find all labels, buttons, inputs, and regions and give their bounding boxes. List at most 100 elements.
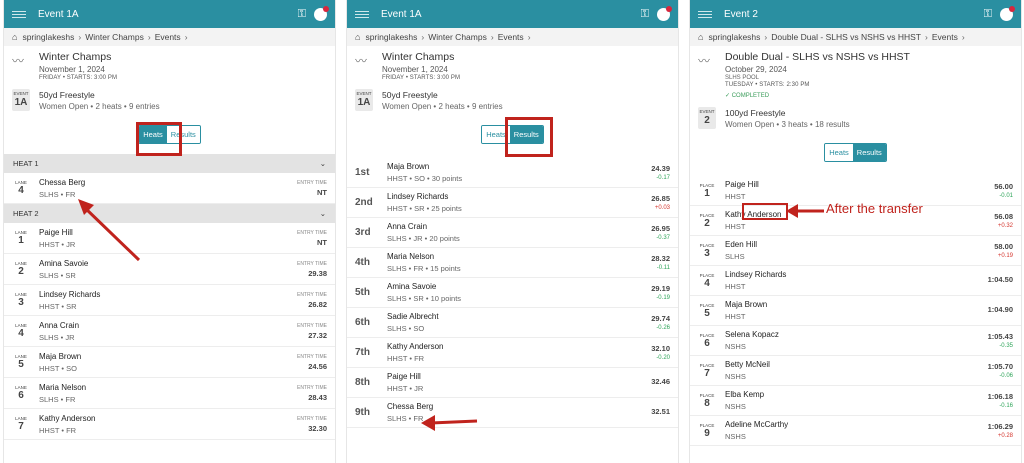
result-time: 56.00 -0.01: [994, 182, 1013, 199]
entry-time: ENTRY TIME 24.56: [296, 353, 327, 371]
swimmer-team: HHST • SR • 25 points: [387, 204, 462, 213]
place-label: 2nd: [355, 197, 373, 208]
result-row[interactable]: 6th Sadie Albrecht SLHS • SO 29.74 -0.26: [347, 308, 678, 338]
swimmer-team: HHST: [725, 312, 746, 321]
place-label: 9th: [355, 407, 370, 418]
entry-time: ENTRY TIME 32.30: [296, 415, 327, 433]
swimmer-team: SLHS: [725, 252, 745, 261]
lane-row[interactable]: LANE 2 Amina Savoie SLHS • SR ENTRY TIME 29…: [4, 254, 335, 285]
place-badge: PLACE 7: [699, 362, 715, 379]
swimmer-name: Betty McNeil: [725, 360, 770, 369]
entry-time: ENTRY TIME NT: [296, 179, 327, 197]
crumb-events[interactable]: Events: [932, 32, 958, 42]
lane-row[interactable]: LANE 4 Chessa Berg SLHS • FR ENTRY TIME NT: [4, 173, 335, 204]
result-row[interactable]: PLACE 8 Elba Kemp NSHS 1:06.18 -0.16: [690, 386, 1021, 416]
view-toggle: Heats Results: [690, 143, 1021, 162]
result-row[interactable]: 7th Kathy Anderson HHST • FR 32.10 -0.20: [347, 338, 678, 368]
swimmer-team: SLHS • SR • 10 points: [387, 294, 462, 303]
key-icon[interactable]: ⚿: [984, 8, 992, 21]
lane-row[interactable]: LANE 4 Anna Crain SLHS • JR ENTRY TIME 27.3…: [4, 316, 335, 347]
result-row[interactable]: PLACE 6 Selena Kopacz NSHS 1:05.43 -0.35: [690, 326, 1021, 356]
heat-header[interactable]: HEAT 1 ⌄: [4, 154, 335, 173]
menu-icon[interactable]: [355, 10, 369, 18]
swimmer-team: HHST • JR: [387, 384, 424, 393]
home-icon[interactable]: ⌂: [698, 32, 703, 42]
result-row[interactable]: 5th Amina Savoie SLHS • SR • 10 points 29…: [347, 278, 678, 308]
lane-row[interactable]: LANE 6 Maria Nelson SLHS • FR ENTRY TIME 28…: [4, 378, 335, 409]
lane-badge: LANE 2: [15, 261, 27, 277]
crumb-meet[interactable]: Double Dual - SLHS vs NSHS vs HHST: [771, 32, 921, 42]
swimmer-name: Sadie Albrecht: [387, 312, 439, 321]
swimmer-team: HHST • SO: [39, 363, 77, 373]
lane-badge: LANE 1: [15, 230, 27, 246]
place-label: 8th: [355, 377, 370, 388]
breadcrumb: ⌂ springlakeshs › Winter Champs › Events ›: [4, 28, 335, 46]
menu-icon[interactable]: [698, 10, 712, 18]
header-title: Event 1A: [381, 8, 422, 20]
app-header: Event 1A ⚿: [347, 0, 678, 28]
result-row[interactable]: PLACE 3 Eden Hill SLHS 58.00 +0.19: [690, 236, 1021, 266]
home-icon[interactable]: ⌂: [355, 32, 360, 42]
crumb-school[interactable]: springlakeshs: [365, 32, 417, 42]
entry-time: ENTRY TIME 29.38: [296, 260, 327, 278]
result-row[interactable]: PLACE 9 Adeline McCarthy NSHS 1:06.29 +0.28: [690, 416, 1021, 446]
result-row[interactable]: PLACE 5 Maja Brown HHST 1:04.90: [690, 296, 1021, 326]
result-time: 1:06.29 +0.28: [987, 422, 1013, 439]
result-row[interactable]: PLACE 4 Lindsey Richards HHST 1:04.50: [690, 266, 1021, 296]
swim-logo-icon: 〰: [698, 54, 711, 68]
swimmer-name: Lindsey Richards: [725, 270, 787, 279]
lane-row[interactable]: LANE 3 Lindsey Richards HHST • SR ENTRY TI…: [4, 285, 335, 316]
result-row[interactable]: 4th Maria Nelson SLHS • FR • 15 points 28…: [347, 248, 678, 278]
swimmer-name: Elba Kemp: [725, 390, 765, 399]
key-icon[interactable]: ⚿: [298, 8, 306, 21]
crumb-meet[interactable]: Winter Champs: [428, 32, 487, 42]
key-icon[interactable]: ⚿: [641, 8, 649, 21]
result-time: 58.00 +0.19: [994, 242, 1013, 259]
result-time: 1:05.70 -0.06: [987, 362, 1013, 379]
place-badge: PLACE 3: [699, 242, 715, 259]
result-row[interactable]: 3rd Anna Crain SLHS • JR • 20 points 26.9…: [347, 218, 678, 248]
place-badge: PLACE 2: [699, 212, 715, 229]
bell-icon[interactable]: [314, 5, 329, 21]
tab-results[interactable]: Results: [852, 144, 886, 161]
lane-row[interactable]: LANE 5 Maja Brown HHST • SO ENTRY TIME 24.5…: [4, 347, 335, 378]
tab-heats[interactable]: Heats: [825, 144, 853, 161]
home-icon[interactable]: ⌂: [12, 32, 17, 42]
result-row[interactable]: 1st Maja Brown HHST • SO • 30 points 24.3…: [347, 158, 678, 188]
swimmer-name: Selena Kopacz: [725, 330, 779, 339]
swimmer-name: Lindsey Richards: [39, 289, 101, 299]
chevron-down-icon[interactable]: ⌄: [320, 159, 326, 168]
crumb-meet[interactable]: Winter Champs: [85, 32, 144, 42]
result-row[interactable]: 9th Chessa Berg SLHS • FR 32.51: [347, 398, 678, 428]
result-row[interactable]: 2nd Lindsey Richards HHST • SR • 25 point…: [347, 188, 678, 218]
lane-row[interactable]: LANE 7 Kathy Anderson HHST • FR ENTRY TIME…: [4, 409, 335, 440]
lane-badge: LANE 3: [15, 292, 27, 308]
entry-time: ENTRY TIME NT: [296, 229, 327, 247]
meet-header: 〰 Double Dual - SLHS vs NSHS vs HHST Oct…: [690, 46, 1021, 103]
bell-icon[interactable]: [1000, 5, 1015, 21]
entry-time: ENTRY TIME 27.32: [296, 322, 327, 340]
swimmer-team: NSHS: [725, 432, 746, 441]
place-badge: PLACE 9: [699, 422, 715, 439]
event-badge: EVENT 1A: [12, 89, 30, 111]
swimmer-team: HHST: [725, 222, 746, 231]
heat-header[interactable]: HEAT 2 ⌄: [4, 204, 335, 223]
lane-badge: LANE 4: [15, 323, 27, 339]
chevron-down-icon[interactable]: ⌄: [320, 209, 326, 218]
result-row[interactable]: PLACE 7 Betty McNeil NSHS 1:05.70 -0.06: [690, 356, 1021, 386]
menu-icon[interactable]: [12, 10, 26, 18]
crumb-school[interactable]: springlakeshs: [708, 32, 760, 42]
bell-icon[interactable]: [657, 5, 672, 21]
swimmer-name: Eden Hill: [725, 240, 758, 249]
swim-logo-icon: 〰: [355, 54, 368, 68]
crumb-school[interactable]: springlakeshs: [22, 32, 74, 42]
crumb-events[interactable]: Events: [498, 32, 524, 42]
lane-row[interactable]: LANE 1 Paige Hill HHST • JR ENTRY TIME NT: [4, 223, 335, 254]
swim-logo-icon: 〰: [12, 54, 25, 68]
swimmer-name: Adeline McCarthy: [725, 420, 789, 429]
swimmer-name: Maja Brown: [39, 351, 82, 361]
crumb-events[interactable]: Events: [155, 32, 181, 42]
swimmer-name: Anna Crain: [39, 320, 80, 330]
event-header: EVENT 1A 50yd Freestyle Women Open • 2 hea…: [347, 85, 678, 115]
result-row[interactable]: 8th Paige Hill HHST • JR 32.46: [347, 368, 678, 398]
